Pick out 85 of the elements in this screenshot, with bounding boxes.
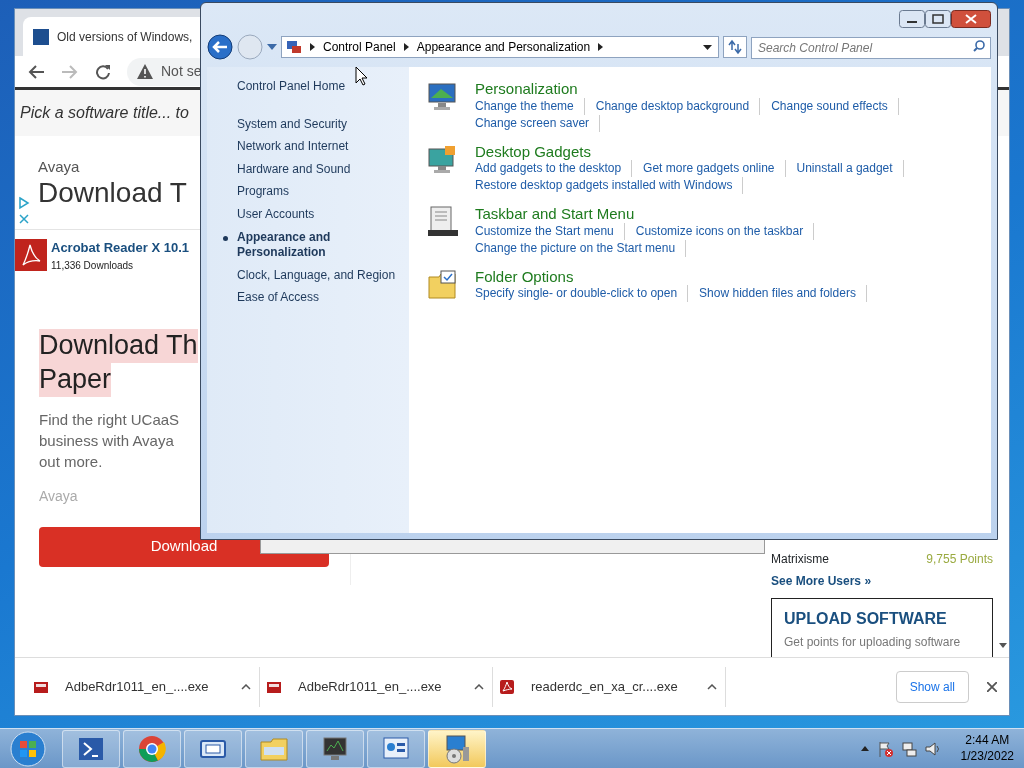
ad-advertiser: Avaya (39, 486, 79, 506)
chevron-icon (598, 43, 604, 51)
task-link[interactable]: Change the picture on the Start menu (475, 239, 687, 257)
scroll-down-icon[interactable] (999, 643, 1007, 648)
task-link[interactable]: Change screen saver (475, 114, 601, 132)
category-title[interactable]: Taskbar and Start Menu (475, 206, 915, 223)
close-icon[interactable] (987, 681, 997, 692)
minimize-icon[interactable] (899, 10, 925, 28)
flag-warning-icon[interactable] (876, 740, 893, 757)
dropdown-icon[interactable] (703, 44, 712, 50)
breadcrumb[interactable]: Appearance and Personalization (416, 38, 591, 56)
caret-icon (707, 683, 717, 690)
chevron-icon (403, 43, 409, 51)
sidebar-link[interactable]: Ease of Access (221, 290, 409, 306)
security-label: Not se (161, 62, 202, 81)
search-icon[interactable] (973, 40, 985, 52)
sidebar-link[interactable]: Network and Internet (221, 139, 409, 155)
task-link[interactable]: Uninstall a gadget (796, 160, 904, 177)
monitor-icon (427, 81, 459, 113)
address-bar[interactable]: Control Panel Appearance and Personalization (281, 36, 719, 58)
task-link[interactable]: Specify single- or double-click to open (475, 285, 689, 302)
reload-icon[interactable] (95, 63, 111, 80)
maximize-icon[interactable] (925, 10, 951, 28)
sidebar-link[interactable]: Appearance and Personalization (221, 229, 409, 261)
warning-icon (137, 64, 153, 79)
user-points: 9,755 Points (926, 551, 993, 568)
folder-icon (427, 268, 459, 301)
download-item[interactable]: readerdc_en_xa_cr....exe (493, 666, 726, 707)
show-all-button[interactable]: Show all (895, 670, 969, 703)
sidebar-link[interactable]: Control Panel Home (221, 79, 409, 95)
clock[interactable]: 2:44 AM 1/23/2022 (960, 732, 1014, 765)
software-title[interactable]: Acrobat Reader X 10.1 (51, 238, 189, 258)
ad-headline: Download Th (39, 329, 198, 363)
category-title[interactable]: Personalization (475, 81, 915, 98)
task-link[interactable]: Change desktop background (595, 97, 761, 115)
ad-body-line: Find the right UCaaS (39, 409, 181, 430)
back-icon[interactable] (27, 63, 45, 80)
task-link[interactable]: Customize icons on the taskbar (635, 222, 815, 240)
ad-body-line: out more. (39, 451, 104, 472)
download-item[interactable]: AdbeRdr1011_en_....exe (260, 666, 493, 707)
search-prompt: Pick a software title... to (20, 103, 189, 123)
task-link[interactable]: Restore desktop gadgets installed with Windows (475, 177, 744, 194)
user-name[interactable]: Matrixisme (771, 550, 829, 568)
task-link[interactable]: Add gadgets to the desktop (475, 160, 633, 177)
caret-icon (241, 683, 251, 690)
ad-choices-icon[interactable] (18, 196, 30, 226)
pdf-icon (499, 678, 515, 695)
task-link[interactable]: Customize the Start menu (475, 222, 625, 240)
mouse-cursor-icon (355, 66, 369, 86)
category-title[interactable]: Desktop Gadgets (475, 143, 915, 160)
task-link[interactable]: Change the theme (475, 97, 585, 115)
ad-headline: Paper (39, 362, 112, 397)
task-link[interactable]: Show hidden files and folders (699, 285, 867, 302)
breadcrumb[interactable]: Control Panel (323, 38, 396, 56)
refresh-icon[interactable] (723, 36, 747, 58)
start-icon[interactable] (8, 728, 48, 768)
sidebar-link[interactable]: User Accounts (221, 206, 409, 223)
ad-headline: Download T (38, 176, 187, 210)
volume-icon[interactable] (924, 740, 941, 757)
taskbar-icon (427, 206, 459, 238)
clock-date: 1/23/2022 (960, 748, 1014, 765)
control-panel-icon (286, 40, 302, 54)
download-count: 11,336 Downloads (51, 258, 135, 273)
back-icon[interactable] (207, 34, 233, 60)
sidebar-link[interactable]: Clock, Language, and Region (221, 267, 409, 284)
sidebar-link[interactable]: System and Security (221, 116, 409, 133)
sidebar-link[interactable]: Programs (221, 184, 409, 200)
clock-time: 2:44 AM (964, 732, 1011, 749)
show-hidden-icons-icon[interactable] (860, 746, 869, 751)
ad-advertiser: Avaya (38, 157, 80, 177)
category-title[interactable]: Folder Options (475, 268, 915, 285)
download-item[interactable]: AdbeRdr1011_en_....exe (27, 666, 260, 707)
chevron-icon (310, 43, 315, 51)
upload-text: Get points for uploading software (784, 634, 962, 651)
network-icon[interactable] (900, 740, 917, 757)
close-icon[interactable] (951, 10, 991, 28)
ad-body-line: business with Avaya (39, 430, 175, 451)
caret-icon (474, 683, 484, 690)
task-link[interactable]: Get more gadgets online (643, 160, 786, 177)
search-field[interactable]: Search Control Panel (751, 37, 991, 59)
site-favicon-icon (33, 28, 49, 45)
upload-title: UPLOAD SOFTWARE (784, 609, 948, 629)
sidebar-link[interactable]: Hardware and Sound (221, 161, 409, 178)
see-more-link[interactable]: See More Users » (771, 572, 993, 590)
task-link[interactable]: Change sound effects (771, 97, 899, 115)
